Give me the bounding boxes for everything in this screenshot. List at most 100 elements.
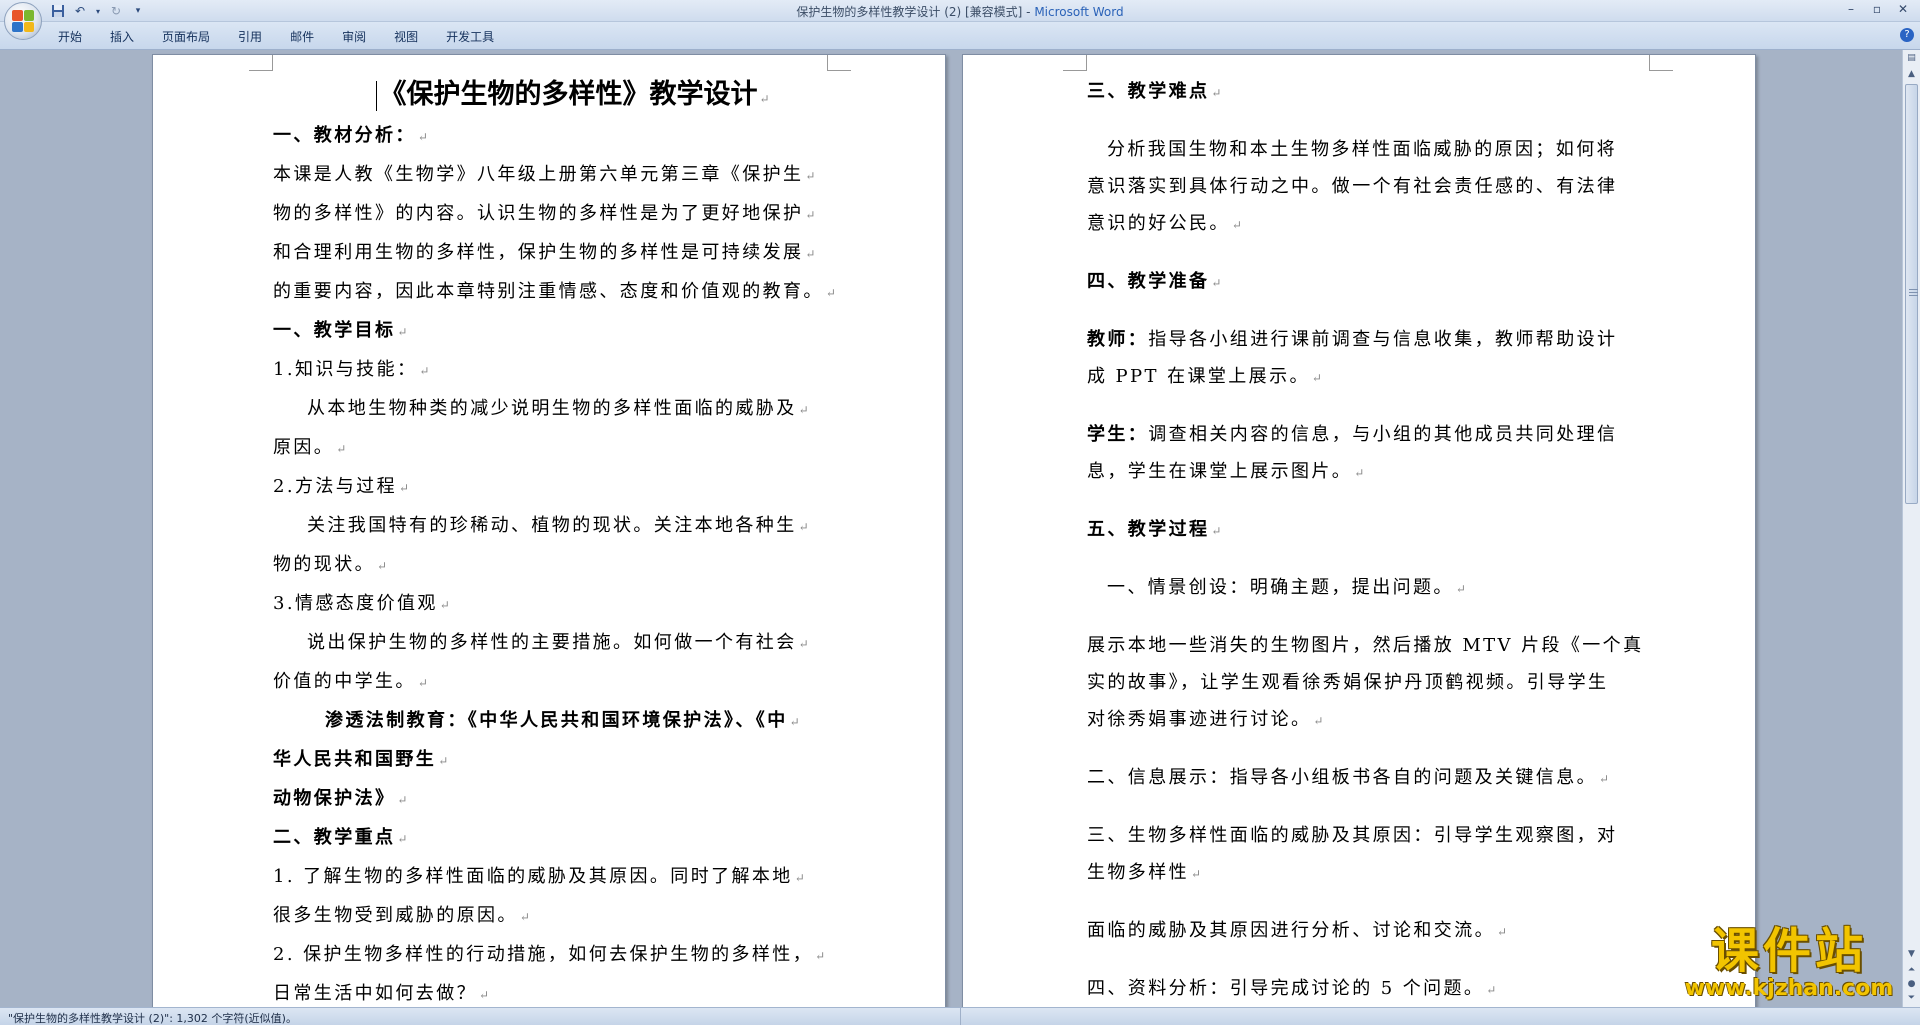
left-paragraph-line: 1.知识与技能： ↵ [273, 359, 432, 380]
step1-detail-line: 实的故事》，让学生观看徐秀娟保护丹顶鹤视频。引导学生 [1087, 672, 1609, 693]
teacher-line: 成 PPT 在课堂上展示。 ↵ [1087, 366, 1325, 387]
app-name: Microsoft Word [1034, 5, 1124, 19]
vertical-scrollbar[interactable]: ▤ ▲ ▼ ⏶ ● ⏷ [1902, 50, 1920, 1007]
paragraph-mark-icon: ↵ [794, 871, 808, 885]
heading-difficulty: 三、教学难点 ↵ [1087, 81, 1224, 102]
ribbon-tab-bar: 开始 插入 页面布局 引用 邮件 审阅 视图 开发工具 ? [0, 22, 1920, 50]
left-paragraph-list: 一、教材分析： ↵ 本课是人教《生物学》八年级上册第六单元第三章《保护生 ↵ 物的多样性… [273, 117, 839, 1007]
scroll-up-icon[interactable]: ▲ [1905, 68, 1918, 81]
paragraph-mark-icon: ↵ [798, 637, 812, 651]
help-icon[interactable]: ? [1900, 28, 1914, 42]
minimize-button[interactable]: – [1838, 0, 1864, 18]
right-page-content: 三、教学难点 ↵ 分析我国生物和本土生物多样性面临威胁的原因；如何将 意识落实到具… [1087, 73, 1649, 1007]
paragraph-mark-icon: ↵ [417, 130, 431, 144]
left-paragraph-line: 动物保护法》 ↵ [273, 788, 410, 809]
paragraph-mark-icon: ↵ [438, 754, 451, 768]
left-paragraph-line: 1. 了解生物的多样性面临的威胁及其原因。同时了解本地 ↵ [273, 866, 808, 887]
site-watermark: 课件站 www.kjzhan.com [1664, 925, 1914, 1005]
process-step-4: 四、资料分析：引导完成讨论的 5 个问题。 ↵ [1087, 978, 1499, 999]
watermark-url: www.kjzhan.com [1684, 976, 1894, 1001]
ruler-toggle-icon[interactable]: ▤ [1905, 52, 1918, 65]
paragraph-mark-icon: ↵ [798, 520, 812, 534]
left-paragraph-line: 华人民共和国野生 ↵ [273, 749, 451, 770]
student-line: 息，学生在课堂上展示图片。 ↵ [1087, 461, 1367, 482]
left-paragraph-line: 的重要内容，因此本章特别注重情感、态度和价值观的教育。 ↵ [273, 281, 839, 302]
paragraph-mark-icon: ↵ [789, 715, 803, 729]
close-button[interactable]: ✕ [1890, 0, 1916, 18]
step1-detail-line: 展示本地一些消失的生物图片，然后播放 MTV 片段《一个真 [1087, 635, 1644, 656]
process-step-2: 二、信息展示：指导各小组板书各自的问题及关键信息。 ↵ [1087, 767, 1612, 788]
step1-detail-line: 对徐秀娟事迹进行讨论。 ↵ [1087, 709, 1326, 730]
left-paragraph-line: 从本地生物种类的减少说明生物的多样性面临的威胁及 ↵ [307, 398, 812, 419]
document-page-right[interactable]: 三、教学难点 ↵ 分析我国生物和本土生物多样性面临威胁的原因；如何将 意识落实到具… [962, 54, 1756, 1007]
paragraph-mark-icon: ↵ [805, 208, 818, 222]
process-step-1: 一、情景创设：明确主题，提出问题。 ↵ [1107, 577, 1469, 598]
left-paragraph-line: 说出保护生物的多样性的主要措施。如何做一个有社会 ↵ [307, 632, 812, 653]
heading-preparation: 四、教学准备 ↵ [1087, 271, 1224, 292]
left-paragraph-line: 一、教学目标 ↵ [273, 320, 410, 341]
paragraph-mark-icon: ↵ [336, 442, 349, 456]
tab-view[interactable]: 视图 [380, 28, 432, 46]
paragraph-mark-icon: ↵ [397, 832, 410, 846]
document-title-text: 《保护生物的多样性》教学设计 [379, 79, 758, 110]
document-heading: 《保护生物的多样性》教学设计 ↵ [313, 73, 833, 117]
tab-references[interactable]: 引用 [224, 28, 276, 46]
paragraph-mark-icon: ↵ [397, 793, 410, 807]
left-page-content: 《保护生物的多样性》教学设计 ↵ 一、教材分析： ↵ 本课是人教《生物学》八年级上册第… [273, 73, 839, 1007]
window-controls: – ▫ ✕ [1838, 0, 1916, 18]
paragraph-mark-icon: ↵ [805, 169, 818, 183]
paragraph-mark-icon: ↵ [479, 988, 492, 1002]
heading-process: 五、教学过程 ↵ [1087, 519, 1224, 540]
ribbon-tabs: 开始 插入 页面布局 引用 邮件 审阅 视图 开发工具 [44, 28, 508, 46]
document-page-left[interactable]: 《保护生物的多样性》教学设计 ↵ 一、教材分析： ↵ 本课是人教《生物学》八年级上册第… [152, 54, 946, 1007]
paragraph-mark-icon: ↵ [759, 92, 770, 106]
teacher-line: 教师：指导各小组进行课前调查与信息收集，教师帮助设计 [1087, 329, 1618, 350]
restore-button[interactable]: ▫ [1864, 0, 1890, 18]
left-paragraph-line: 原因。 ↵ [273, 437, 349, 458]
scrollbar-thumb[interactable] [1905, 84, 1918, 504]
tab-developer[interactable]: 开发工具 [432, 28, 508, 46]
office-logo-icon [12, 10, 34, 32]
left-paragraph-line: 二、教学重点 ↵ [273, 827, 410, 848]
tab-page-layout[interactable]: 页面布局 [148, 28, 224, 46]
tab-mailings[interactable]: 邮件 [276, 28, 328, 46]
office-button[interactable] [4, 2, 42, 40]
status-divider [960, 1008, 961, 1025]
left-paragraph-line: 物的现状。 ↵ [273, 554, 390, 575]
left-paragraph-line: 关注我国特有的珍稀动、植物的现状。关注本地各种生 ↵ [307, 515, 812, 536]
margin-corner-mark [1649, 55, 1673, 71]
process-step-3-cont: 面临的威胁及其原因进行分析、讨论和交流。 ↵ [1087, 920, 1510, 941]
text-cursor [376, 80, 378, 111]
watermark-logo: 课件站 [1710, 923, 1867, 979]
paragraph-mark-icon: ↵ [798, 403, 812, 417]
process-step-3: 三、生物多样性面临的威胁及其原因：引导学生观察图，对 [1087, 825, 1618, 846]
paragraph-mark-icon: ↵ [377, 559, 390, 573]
paragraph-mark-icon: ↵ [815, 949, 828, 963]
difficulty-line: 意识落实到具体行动之中。做一个有社会责任感的、有法律 [1087, 176, 1618, 197]
left-paragraph-line: 本课是人教《生物学》八年级上册第六单元第三章《保护生 ↵ [273, 164, 818, 185]
paragraph-mark-icon: ↵ [439, 598, 453, 612]
tab-review[interactable]: 审阅 [328, 28, 380, 46]
paragraph-mark-icon: ↵ [419, 364, 432, 378]
process-step-3: 生物多样性 ↵ [1087, 862, 1204, 883]
margin-corner-mark [827, 55, 851, 71]
left-paragraph-line: 日常生活中如何去做？ ↵ [273, 983, 492, 1004]
paragraph-mark-icon: ↵ [397, 325, 410, 339]
left-paragraph-line: 渗透法制教育：《中华人民共和国环境保护法》、《中 ↵ [325, 710, 803, 731]
word-count-status[interactable]: "保护生物的多样性教学设计 (2)": 1,302 个字符(近似值)。 [8, 1010, 297, 1025]
left-paragraph-line: 2.方法与过程 ↵ [273, 476, 412, 497]
paragraph-mark-icon: ↵ [398, 481, 412, 495]
left-paragraph-line: 2. 保护生物多样性的行动措施，如何去保护生物的多样性， ↵ [273, 944, 828, 965]
paragraph-mark-icon: ↵ [417, 676, 431, 690]
student-line: 学生：调查相关内容的信息，与小组的其他成员共同处理信 [1087, 424, 1618, 445]
difficulty-line: 意识的好公民。 ↵ [1087, 213, 1245, 234]
tab-insert[interactable]: 插入 [96, 28, 148, 46]
left-paragraph-line: 3.情感态度价值观 ↵ [273, 593, 453, 614]
margin-corner-mark [1063, 55, 1087, 71]
title-bar: ↶ ▾ ↻ ▾ 保护生物的多样性教学设计 (2) [兼容模式] - Micros… [0, 0, 1920, 22]
tab-home[interactable]: 开始 [44, 28, 96, 46]
left-paragraph-line: 物的多样性》的内容。认识生物的多样性是为了更好地保护 ↵ [273, 203, 818, 224]
document-workspace[interactable]: 《保护生物的多样性》教学设计 ↵ 一、教材分析： ↵ 本课是人教《生物学》八年级上册第… [0, 50, 1902, 1007]
margin-corner-mark [249, 55, 273, 71]
paragraph-mark-icon: ↵ [519, 910, 533, 924]
